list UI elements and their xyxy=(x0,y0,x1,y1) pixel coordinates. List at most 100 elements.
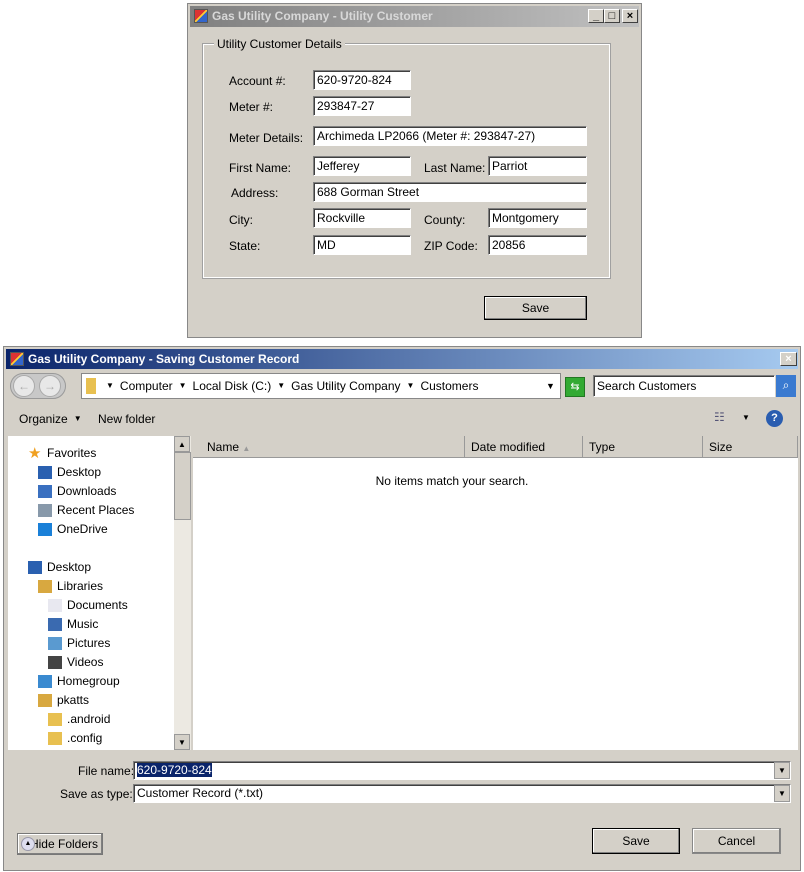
nav-item-label: Libraries xyxy=(57,579,104,593)
meter-label: Meter #: xyxy=(229,100,274,114)
nav-item-music[interactable]: Music xyxy=(48,617,98,631)
nav-item-favorites[interactable]: ★ Favorites xyxy=(28,444,97,462)
group-title: Utility Customer Details xyxy=(214,37,345,51)
nav-item-homegroup[interactable]: Homegroup xyxy=(38,674,120,688)
refresh-icon[interactable]: ⇆ xyxy=(565,377,585,397)
window-title: Gas Utility Company - Utility Customer xyxy=(212,9,433,23)
app-icon xyxy=(194,9,208,23)
meter-field[interactable]: 293847-27 xyxy=(313,96,411,116)
nav-item-android[interactable]: .android xyxy=(48,712,110,726)
state-field[interactable]: MD xyxy=(313,235,411,255)
desktop-icon xyxy=(28,560,42,574)
nav-item-label: pkatts xyxy=(57,693,90,707)
cancel-button[interactable]: Cancel xyxy=(692,828,781,854)
navigation-pane: ★ Favorites Desktop Downloads Recent Places O… xyxy=(8,436,191,750)
recent-places-icon xyxy=(38,503,52,517)
nav-item-pkatts[interactable]: pkatts xyxy=(38,693,89,707)
view-dropdown-icon[interactable]: ▼ xyxy=(742,413,750,422)
nav-item-videos[interactable]: Videos xyxy=(48,655,103,669)
desktop-icon xyxy=(38,465,52,479)
forward-arrow-icon[interactable]: → xyxy=(39,375,61,397)
nav-item-config[interactable]: .config xyxy=(48,731,102,745)
customer-details-group: Utility Customer Details Account #: 620-… xyxy=(202,37,611,279)
search-icon[interactable]: ⌕ xyxy=(776,375,796,397)
scroll-up-button[interactable]: ▲ xyxy=(174,436,190,452)
column-size[interactable]: Size xyxy=(703,436,798,458)
dialog-save-button[interactable]: Save xyxy=(592,828,680,854)
folder-icon xyxy=(86,378,96,394)
nav-item-documents[interactable]: Documents xyxy=(48,598,128,612)
organize-label: Organize xyxy=(19,412,68,426)
empty-message: No items match your search. xyxy=(375,474,529,488)
county-label: County: xyxy=(424,213,466,227)
star-icon: ★ xyxy=(28,444,42,462)
breadcrumb-item[interactable]: Local Disk (C:) xyxy=(193,374,272,398)
minimize-button[interactable]: _ xyxy=(588,9,604,23)
videos-icon xyxy=(48,655,62,669)
close-button[interactable]: × xyxy=(780,352,797,366)
maximize-button[interactable]: □ xyxy=(604,9,620,23)
scroll-thumb[interactable] xyxy=(174,452,191,520)
nav-item-label: Desktop xyxy=(57,465,102,479)
folder-icon xyxy=(48,731,62,745)
nav-item-desktop[interactable]: Desktop xyxy=(28,560,91,574)
breadcrumb-item[interactable]: Computer xyxy=(120,374,173,398)
collapse-icon: ▲ xyxy=(21,837,35,851)
new-folder-button[interactable]: New folder xyxy=(98,412,155,426)
nav-item-pictures[interactable]: Pictures xyxy=(48,636,110,650)
nav-item-onedrive[interactable]: OneDrive xyxy=(38,522,108,536)
hide-folders-button[interactable]: ▲ Hide Folders xyxy=(17,833,103,855)
close-button[interactable]: × xyxy=(622,9,638,23)
nav-scrollbar[interactable]: ▲ ▼ xyxy=(174,436,191,750)
help-icon[interactable]: ? xyxy=(766,410,783,427)
address-field[interactable]: 688 Gorman Street xyxy=(313,182,587,202)
file-name-input[interactable]: 620-9720-824 xyxy=(133,761,791,780)
account-label: Account #: xyxy=(229,74,286,88)
account-field[interactable]: 620-9720-824 xyxy=(313,70,411,90)
nav-item-label: Desktop xyxy=(47,560,92,574)
save-type-label: Save as type: xyxy=(60,787,133,801)
address-label: Address: xyxy=(231,186,279,200)
nav-item-desktop[interactable]: Desktop xyxy=(38,465,101,479)
user-folder-icon xyxy=(38,693,52,707)
city-field[interactable]: Rockville xyxy=(313,208,411,228)
meter-details-field[interactable]: Archimeda LP2066 (Meter #: 293847-27) xyxy=(313,126,587,146)
nav-item-label: Recent Places xyxy=(57,503,135,517)
column-type[interactable]: Type xyxy=(583,436,703,458)
back-arrow-icon[interactable]: ← xyxy=(13,375,35,397)
zip-label: ZIP Code: xyxy=(424,239,478,253)
save-type-select[interactable]: Customer Record (*.txt) xyxy=(133,784,791,803)
first-name-field[interactable]: Jefferey xyxy=(313,156,411,176)
organize-button[interactable]: Organize ▼ xyxy=(19,412,82,426)
nav-item-label: .android xyxy=(67,712,111,726)
search-input[interactable]: Search Customers xyxy=(593,375,775,397)
scroll-down-button[interactable]: ▼ xyxy=(174,734,190,750)
nav-item-label: Videos xyxy=(67,655,104,669)
app-icon xyxy=(10,352,24,366)
nav-item-recent-places[interactable]: Recent Places xyxy=(38,503,134,517)
breadcrumb-item[interactable]: Gas Utility Company xyxy=(291,374,400,398)
column-date-modified[interactable]: Date modified xyxy=(465,436,583,458)
back-forward-buttons[interactable]: ← → xyxy=(10,373,66,399)
save-type-dropdown[interactable]: ▼ xyxy=(774,785,790,802)
zip-field[interactable]: 20856 xyxy=(488,235,587,255)
view-options-icon[interactable]: ☷ xyxy=(714,410,725,424)
libraries-icon xyxy=(38,579,52,593)
file-name-dropdown[interactable]: ▼ xyxy=(774,762,790,779)
nav-item-libraries[interactable]: Libraries xyxy=(38,579,103,593)
last-name-field[interactable]: Parriot xyxy=(488,156,587,176)
nav-item-label: Favorites xyxy=(47,446,97,460)
address-dropdown-icon[interactable]: ▼ xyxy=(546,374,555,398)
breadcrumb-item[interactable]: Customers xyxy=(420,374,478,398)
nav-item-label: Documents xyxy=(67,598,128,612)
downloads-icon xyxy=(38,484,52,498)
documents-icon xyxy=(48,598,62,612)
nav-item-downloads[interactable]: Downloads xyxy=(38,484,116,498)
column-name[interactable]: Name ▲ xyxy=(193,436,465,458)
file-name-value: 620-9720-824 xyxy=(137,763,212,777)
county-field[interactable]: Montgomery xyxy=(488,208,587,228)
save-button[interactable]: Save xyxy=(484,296,587,320)
address-bar[interactable]: ▼ Computer ▼ Local Disk (C:) ▼ Gas Utility … xyxy=(81,373,561,399)
onedrive-icon xyxy=(38,522,52,536)
hide-folders-label: Hide Folders xyxy=(29,837,98,851)
